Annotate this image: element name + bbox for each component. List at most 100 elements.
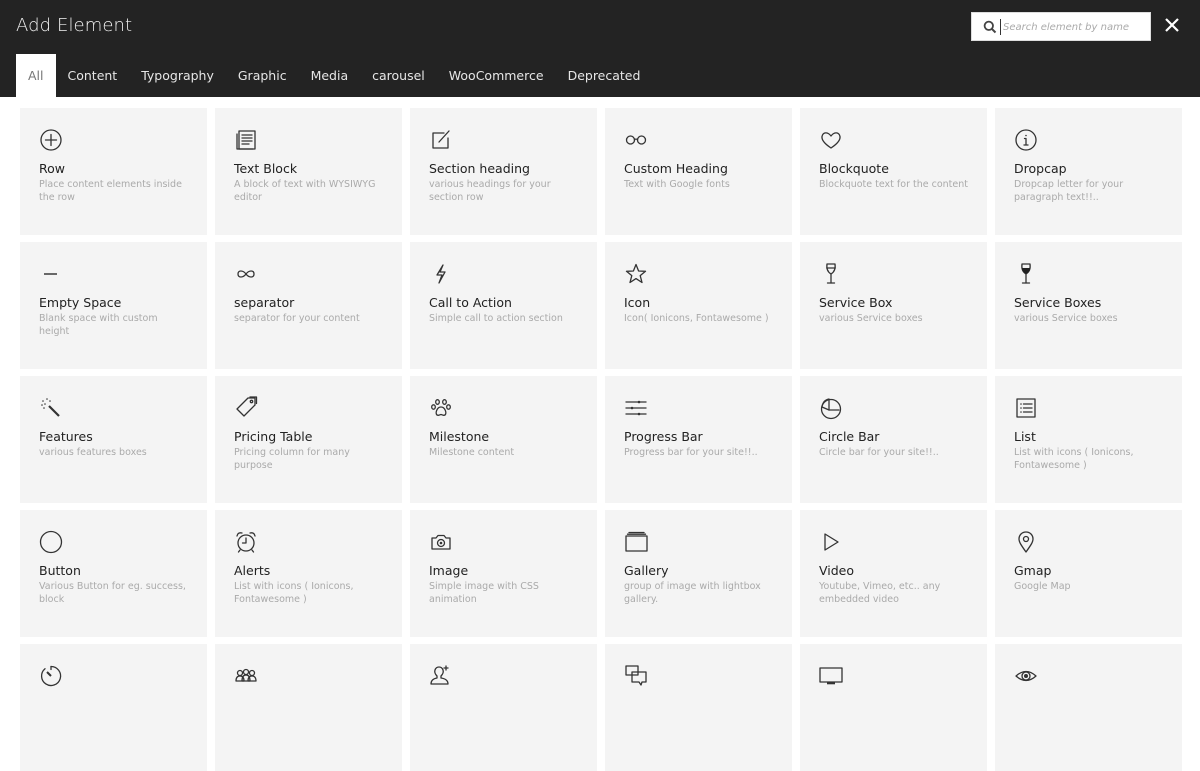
play-icon bbox=[818, 529, 844, 555]
element-card-monitor[interactable] bbox=[800, 644, 987, 771]
element-card-button[interactable]: Button Various Button for eg. success, bl… bbox=[20, 510, 207, 637]
element-description: Icon( Ionicons, Fontawesome ) bbox=[624, 313, 769, 324]
tab-content[interactable]: Content bbox=[56, 54, 130, 97]
element-card-gallery[interactable]: Gallery group of image with lightbox gall… bbox=[605, 510, 792, 637]
category-tabs: All Content Typography Graphic Media carousel… bbox=[16, 54, 652, 97]
monitor-icon bbox=[818, 663, 844, 689]
element-description: Dropcap letter for your paragraph text!!… bbox=[1014, 179, 1124, 203]
element-description: Blockquote text for the content bbox=[819, 179, 968, 190]
dialog-title: Add Element bbox=[16, 15, 133, 36]
search-icon bbox=[983, 20, 997, 34]
element-card-row[interactable]: Row Place content elements inside the row bbox=[20, 108, 207, 235]
element-card-section-heading[interactable]: Section heading various headings for your… bbox=[410, 108, 597, 235]
element-name: Button bbox=[39, 563, 81, 578]
element-name: Milestone bbox=[429, 429, 490, 444]
element-card-gmap[interactable]: Gmap Google Map bbox=[995, 510, 1182, 637]
element-description: Pricing column for many purpose bbox=[234, 447, 350, 471]
circle-icon bbox=[38, 529, 64, 555]
heart-icon bbox=[818, 127, 844, 153]
eye-icon bbox=[1013, 663, 1039, 689]
element-name: Icon bbox=[624, 295, 651, 310]
info-icon bbox=[1013, 127, 1039, 153]
tab-all[interactable]: All bbox=[16, 54, 56, 97]
timer-icon bbox=[38, 663, 64, 689]
element-card-image[interactable]: Image Simple image with CSS animation bbox=[410, 510, 597, 637]
element-name: separator bbox=[234, 295, 295, 310]
element-card-pricing-table[interactable]: Pricing Table Pricing column for many pur… bbox=[215, 376, 402, 503]
tab-media[interactable]: Media bbox=[299, 54, 361, 97]
element-card-eye[interactable] bbox=[995, 644, 1182, 771]
camera-icon bbox=[428, 529, 454, 555]
element-name: Custom Heading bbox=[624, 161, 728, 176]
element-name: Service Box bbox=[819, 295, 893, 310]
element-card-call-to-action[interactable]: Call to Action Simple call to action sect… bbox=[410, 242, 597, 369]
element-card-blockquote[interactable]: Blockquote Blockquote text for the conten… bbox=[800, 108, 987, 235]
element-description: List with icons ( Ionicons, Fontawesome … bbox=[234, 581, 354, 605]
element-description: Simple image with CSS animation bbox=[429, 581, 539, 605]
people-icon bbox=[233, 663, 259, 689]
element-name: Call to Action bbox=[429, 295, 512, 310]
element-card-chat-bubbles[interactable] bbox=[605, 644, 792, 771]
element-card-custom-heading[interactable]: Custom Heading Text with Google fonts bbox=[605, 108, 792, 235]
tab-woocommerce[interactable]: WooCommerce bbox=[437, 54, 556, 97]
search-input[interactable] bbox=[1000, 19, 1148, 35]
element-card-alerts[interactable]: Alerts List with icons ( Ionicons, Fontaw… bbox=[215, 510, 402, 637]
lightning-icon bbox=[428, 261, 454, 287]
glasses-icon bbox=[623, 127, 649, 153]
element-description: Blank space with custom height bbox=[39, 313, 158, 337]
pricetag-icon bbox=[233, 395, 259, 421]
element-card-circle-bar[interactable]: Circle Bar Circle bar for your site!!.. bbox=[800, 376, 987, 503]
tab-carousel[interactable]: carousel bbox=[360, 54, 437, 97]
element-card-separator[interactable]: separator separator for your content bbox=[215, 242, 402, 369]
search-box[interactable] bbox=[971, 12, 1151, 41]
element-description: Place content elements inside the row bbox=[39, 179, 182, 203]
person-add-icon bbox=[428, 663, 454, 689]
close-icon[interactable] bbox=[1163, 16, 1181, 34]
element-card-person-add[interactable] bbox=[410, 644, 597, 771]
star-icon bbox=[623, 261, 649, 287]
element-description: Progress bar for your site!!.. bbox=[624, 447, 758, 458]
element-description: various Service boxes bbox=[1014, 313, 1118, 324]
element-card-progress-bar[interactable]: Progress Bar Progress bar for your site!!… bbox=[605, 376, 792, 503]
element-card-milestone[interactable]: Milestone Milestone content bbox=[410, 376, 597, 503]
element-card-service-boxes[interactable]: Service Boxes various Service boxes bbox=[995, 242, 1182, 369]
alarm-clock-icon bbox=[233, 529, 259, 555]
list-icon bbox=[1013, 395, 1039, 421]
element-name: Row bbox=[39, 161, 65, 176]
element-name: Progress Bar bbox=[624, 429, 703, 444]
element-description: group of image with lightbox gallery. bbox=[624, 581, 761, 605]
element-description: List with icons ( Ionicons, Fontawesome … bbox=[1014, 447, 1134, 471]
element-description: various features boxes bbox=[39, 447, 147, 458]
magic-wand-icon bbox=[38, 395, 64, 421]
element-name: Alerts bbox=[234, 563, 271, 578]
element-description: various headings for your section row bbox=[429, 179, 551, 203]
tab-deprecated[interactable]: Deprecated bbox=[556, 54, 653, 97]
sliders-icon bbox=[623, 395, 649, 421]
element-card-features[interactable]: Features various features boxes bbox=[20, 376, 207, 503]
tab-typography[interactable]: Typography bbox=[129, 54, 226, 97]
element-card-service-box[interactable]: Service Box various Service boxes bbox=[800, 242, 987, 369]
element-name: Service Boxes bbox=[1014, 295, 1102, 310]
element-card-dropcap[interactable]: Dropcap Dropcap letter for your paragraph… bbox=[995, 108, 1182, 235]
element-card-people[interactable] bbox=[215, 644, 402, 771]
element-card-list[interactable]: List List with icons ( Ionicons, Fontawes… bbox=[995, 376, 1182, 503]
element-name: Circle Bar bbox=[819, 429, 880, 444]
element-description: separator for your content bbox=[234, 313, 360, 324]
element-description: Simple call to action section bbox=[429, 313, 563, 324]
tab-graphic[interactable]: Graphic bbox=[226, 54, 299, 97]
minus-icon bbox=[38, 261, 64, 287]
element-card-icon[interactable]: Icon Icon( Ionicons, Fontawesome ) bbox=[605, 242, 792, 369]
wineglass-filled-icon bbox=[1013, 261, 1039, 287]
element-card-video[interactable]: Video Youtube, Vimeo, etc.. any embedded … bbox=[800, 510, 987, 637]
element-card-text-block[interactable]: Text Block A block of text with WYSIWYG e… bbox=[215, 108, 402, 235]
element-name: Image bbox=[429, 563, 469, 578]
element-card-empty-space[interactable]: Empty Space Blank space with custom heigh… bbox=[20, 242, 207, 369]
element-card-timer[interactable] bbox=[20, 644, 207, 771]
paw-icon bbox=[428, 395, 454, 421]
element-description: Text with Google fonts bbox=[624, 179, 730, 190]
element-name: Dropcap bbox=[1014, 161, 1067, 176]
plus-circle-icon bbox=[38, 127, 64, 153]
element-grid: Row Place content elements inside the row… bbox=[20, 108, 1200, 771]
element-description: Milestone content bbox=[429, 447, 515, 458]
element-name: Gmap bbox=[1014, 563, 1052, 578]
